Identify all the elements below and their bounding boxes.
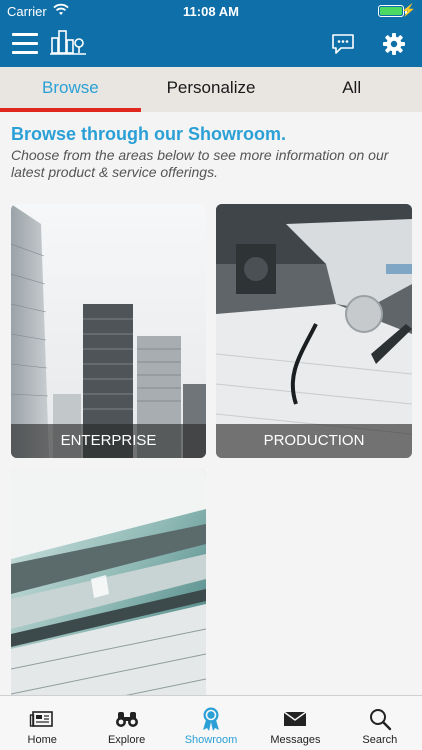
nav-showroom-label: Showroom — [184, 734, 238, 746]
city-logo-icon[interactable] — [50, 29, 86, 57]
nav-search[interactable]: Search — [338, 696, 422, 750]
enterprise-image — [11, 204, 206, 458]
nav-explore-label: Explore — [107, 734, 146, 746]
gear-icon[interactable] — [382, 32, 406, 56]
hamburger-icon[interactable] — [12, 33, 38, 55]
enterprise-tile[interactable]: ENTERPRISE — [11, 204, 206, 458]
app-header — [0, 22, 422, 67]
newspaper-icon — [30, 711, 54, 727]
bottom-tab-bar: Home Explore Showroom Messages Search — [0, 695, 422, 750]
wide-format-printer-image — [11, 469, 206, 729]
charging-icon: ⚡ — [401, 3, 416, 17]
award-ribbon-icon — [203, 707, 220, 731]
status-bar: Carrier 11:08 AM ⚡ — [0, 0, 422, 22]
nav-home[interactable]: Home — [0, 696, 84, 750]
tab-personalize[interactable]: Personalize — [141, 67, 282, 112]
production-tile[interactable]: PRODUCTION — [216, 204, 412, 458]
app-topbar: Carrier 11:08 AM ⚡ — [0, 0, 422, 67]
segment-tabs: Browse Personalize All — [0, 67, 422, 112]
envelope-icon — [284, 711, 307, 726]
nav-home-label: Home — [27, 734, 57, 746]
tab-all[interactable]: All — [281, 67, 422, 112]
tab-browse[interactable]: Browse — [0, 67, 141, 112]
nav-messages-label: Messages — [270, 734, 321, 746]
nav-messages[interactable]: Messages — [253, 696, 337, 750]
nav-showroom[interactable]: Showroom — [169, 696, 253, 750]
nav-search-label: Search — [362, 734, 398, 746]
magnifier-icon — [369, 709, 392, 731]
page-title: Browse through our Showroom. — [11, 124, 286, 144]
clock: 11:08 AM — [183, 4, 239, 19]
chat-bubble-icon[interactable] — [331, 33, 355, 55]
production-image — [216, 204, 412, 458]
binoculars-icon — [115, 712, 138, 727]
page-description: Choose from the areas below to see more … — [11, 147, 389, 180]
nav-explore[interactable]: Explore — [84, 696, 168, 750]
production-tile-label: PRODUCTION — [216, 424, 412, 458]
enterprise-tile-label: ENTERPRISE — [11, 424, 206, 458]
showroom-tile-3[interactable] — [11, 469, 206, 729]
